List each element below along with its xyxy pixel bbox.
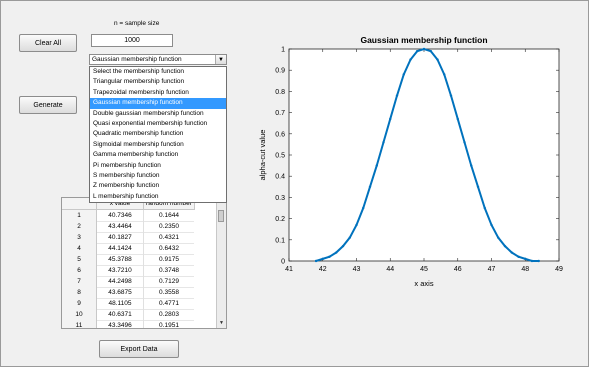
dropdown-item[interactable]: Double gaussian membership function bbox=[90, 109, 226, 119]
data-point bbox=[476, 185, 480, 188]
data-point bbox=[456, 117, 459, 121]
y-tick-label: 1 bbox=[281, 47, 285, 54]
data-point bbox=[497, 236, 500, 239]
clear-all-button[interactable]: Clear All bbox=[19, 34, 77, 52]
y-tick-label: 0.7 bbox=[275, 110, 285, 117]
y-tick-label: 0.8 bbox=[275, 89, 285, 96]
dropdown-item[interactable]: S membership function bbox=[90, 171, 226, 181]
data-point bbox=[362, 206, 365, 210]
dropdown-item[interactable]: L membership function bbox=[90, 192, 226, 202]
dropdown-item[interactable]: Z membership function bbox=[90, 181, 226, 191]
data-point bbox=[537, 259, 540, 263]
x-value-cell[interactable]: 43.3496 bbox=[97, 320, 144, 328]
x-tick-label: 43 bbox=[353, 266, 361, 273]
y-tick-label: 0.9 bbox=[275, 68, 285, 75]
row-number: 11 bbox=[62, 320, 97, 328]
data-point bbox=[524, 257, 527, 261]
table-scrollbar[interactable]: ▲ ▼ bbox=[216, 198, 226, 328]
data-point bbox=[443, 73, 446, 76]
x-tick-label: 48 bbox=[521, 266, 529, 273]
y-tick-label: 0.1 bbox=[275, 237, 285, 244]
scroll-thumb[interactable] bbox=[218, 210, 224, 222]
data-point bbox=[429, 49, 432, 53]
dropdown-item[interactable]: Trapezoidal membership function bbox=[90, 88, 226, 98]
x-tick-label: 42 bbox=[319, 266, 327, 273]
x-tick-label: 46 bbox=[454, 266, 462, 273]
y-tick-label: 0.6 bbox=[275, 131, 285, 138]
data-point bbox=[395, 94, 399, 97]
data-point bbox=[389, 117, 392, 121]
data-point bbox=[314, 259, 318, 263]
sample-size-input[interactable]: 1000 bbox=[91, 34, 173, 47]
data-point bbox=[449, 94, 453, 97]
y-tick-label: 0.3 bbox=[275, 195, 285, 202]
dropdown-item[interactable]: Sigmoidal membership function bbox=[90, 140, 226, 150]
dropdown-item[interactable]: Pi membership function bbox=[90, 161, 226, 171]
data-point bbox=[530, 259, 534, 263]
y-axis-label: alpha-cut value bbox=[258, 130, 267, 181]
dropdown-item[interactable]: Triangular membership function bbox=[90, 77, 226, 87]
data-point bbox=[422, 47, 426, 51]
membership-dropdown-list[interactable]: Select the membership function Triangular… bbox=[89, 66, 227, 203]
data-point bbox=[483, 206, 486, 210]
y-tick-label: 0 bbox=[281, 259, 285, 266]
data-point bbox=[321, 257, 324, 261]
data-point bbox=[416, 49, 419, 53]
data-point bbox=[409, 58, 412, 61]
export-data-button[interactable]: Export Data bbox=[99, 340, 179, 358]
data-point bbox=[355, 223, 358, 227]
generate-button[interactable]: Generate bbox=[19, 96, 77, 114]
x-tick-label: 44 bbox=[386, 266, 394, 273]
data-point bbox=[335, 251, 338, 254]
data-point bbox=[490, 223, 493, 227]
data-point bbox=[382, 141, 385, 144]
sample-size-caption: n = sample size bbox=[114, 20, 160, 27]
dropdown-item[interactable]: Gamma membership function bbox=[90, 150, 226, 160]
data-point bbox=[510, 251, 513, 254]
x-tick-label: 41 bbox=[285, 266, 293, 273]
dropdown-item[interactable]: Quadratic membership function bbox=[90, 129, 226, 139]
y-tick-label: 0.2 bbox=[275, 216, 285, 223]
app-window: Clear All n = sample size 1000 Gaussian … bbox=[0, 0, 589, 367]
data-point bbox=[463, 141, 466, 144]
data-point bbox=[517, 255, 520, 258]
data-table[interactable]: x value random number 1 40.7346 0.1644 2 43.… bbox=[61, 197, 227, 329]
random-number-cell[interactable]: 0.1951 bbox=[144, 320, 194, 328]
data-point bbox=[341, 244, 345, 248]
x-tick-label: 45 bbox=[420, 266, 428, 273]
dropdown-item[interactable]: Gaussian membership function bbox=[90, 98, 226, 109]
plot-area bbox=[288, 48, 560, 262]
data-point bbox=[470, 164, 473, 167]
membership-selected-value: Gaussian membership function bbox=[92, 56, 182, 63]
data-point bbox=[402, 73, 405, 76]
dropdown-item[interactable]: Select the membership function bbox=[90, 67, 226, 77]
dropdown-item[interactable]: Quasi exponential membership function bbox=[90, 119, 226, 129]
chart-title: Gaussian membership function bbox=[360, 35, 487, 45]
membership-chart: Gaussian membership function x axis alpha-… bbox=[258, 35, 563, 288]
data-point bbox=[375, 164, 378, 167]
chevron-down-icon[interactable]: ▼ bbox=[215, 55, 226, 64]
x-axis-label: x axis bbox=[414, 279, 433, 288]
data-point bbox=[368, 185, 372, 188]
data-point bbox=[328, 255, 331, 258]
data-point bbox=[503, 244, 507, 248]
y-tick-label: 0.5 bbox=[275, 153, 285, 160]
membership-function-select[interactable]: Gaussian membership function ▼ bbox=[89, 54, 227, 65]
x-tick-label: 49 bbox=[555, 266, 563, 273]
data-point bbox=[348, 236, 351, 239]
y-tick-label: 0.4 bbox=[275, 174, 285, 181]
data-point bbox=[436, 58, 439, 61]
x-tick-label: 47 bbox=[488, 266, 496, 273]
scroll-down-icon[interactable]: ▼ bbox=[217, 319, 226, 328]
